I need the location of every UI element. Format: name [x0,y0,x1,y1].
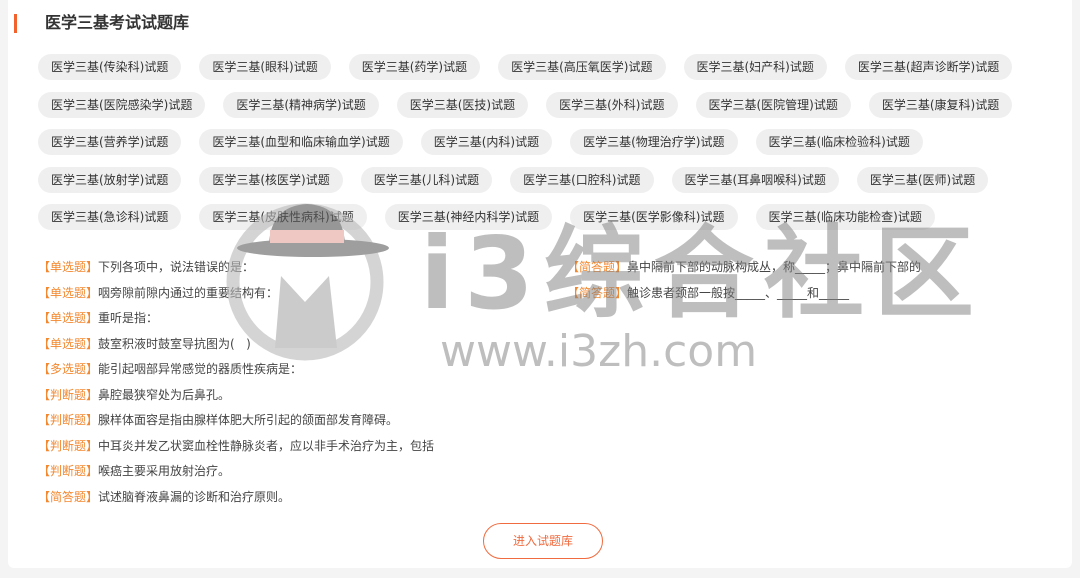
question-type-label: 【判断题】 [38,464,99,479]
question-item[interactable]: 【判断题】鼻腔最狭窄处为后鼻孔。 [38,383,558,409]
exam-tag-link[interactable]: 医学三基(医师)试题 [856,166,989,193]
exam-tag-link[interactable]: 医学三基(临床检验科)试题 [755,129,923,155]
title-accent-bar [14,14,17,33]
exam-tag-link[interactable]: 医学三基(内科)试题 [420,129,553,155]
exam-tag-link[interactable]: 医学三基(药学)试题 [348,54,481,80]
exam-tag-link[interactable]: 医学三基(营养学)试题 [38,129,182,155]
question-type-label: 【单选题】 [38,285,99,300]
exam-tag-link[interactable]: 医学三基(医学影像科)试题 [570,204,738,230]
tag-row: 医学三基(放射学)试题 医学三基(核医学)试题 医学三基(儿科)试题 医学三基(口腔科… [38,166,1012,193]
tag-row: 医学三基(急诊科)试题 医学三基(皮肤性病科)试题 医学三基(神经内科学)试题 医学三… [38,204,1012,230]
exam-bank-card: 医学三基考试试题库 医学三基(传染科)试题 医学三基(眼科)试题 医学三基(药学)试… [8,0,1072,568]
question-text: 中耳炎并发乙状窦血栓性静脉炎者，应以非手术治疗为主，包括 [98,438,435,453]
exam-tag-link[interactable]: 医学三基(放射学)试题 [38,166,182,193]
question-item[interactable]: 【简答题】鼻中隔前下部的动脉构成丛，称_____；鼻中隔前下部的 [567,255,1057,281]
question-text: 喉癌主要采用放射治疗。 [98,464,231,479]
question-text: 下列各项中，说法错误的是： [98,260,255,274]
question-type-label: 【单选题】 [38,311,99,326]
question-item[interactable]: 【单选题】重听是指： [38,306,558,332]
exam-tag-link[interactable]: 医学三基(高压氧医学)试题 [498,54,666,80]
question-item[interactable]: 【判断题】中耳炎并发乙状窦血栓性静脉炎者，应以非手术治疗为主，包括 [38,434,558,460]
exam-tag-link[interactable]: 医学三基(妇产科)试题 [683,54,827,80]
exam-tag-link[interactable]: 医学三基(眼科)试题 [199,54,331,80]
question-item[interactable]: 【单选题】下列各项中，说法错误的是： [38,255,558,281]
exam-tag-link[interactable]: 医学三基(神经内科学)试题 [384,204,553,230]
question-type-label: 【简答题】 [567,260,628,274]
question-type-label: 【单选题】 [38,260,99,274]
tag-row: 医学三基(医院感染学)试题 医学三基(精神病学)试题 医学三基(医技)试题 医学三基(… [38,91,1013,118]
exam-tag-link[interactable]: 医学三基(医技)试题 [396,91,529,118]
exam-tag-link[interactable]: 医学三基(口腔科)试题 [510,166,654,193]
question-item[interactable]: 【简答题】触诊患者颈部一般按_____、_____和_____ [567,281,1057,307]
question-type-label: 【简答题】 [567,285,628,300]
enter-question-bank-button[interactable]: 进入试题库 [483,523,603,559]
question-type-label: 【判断题】 [38,387,99,402]
exam-tag-link[interactable]: 医学三基(急诊科)试题 [38,204,182,230]
section-title: 医学三基考试试题库 [45,13,190,32]
tag-row: 医学三基(传染科)试题 医学三基(眼科)试题 医学三基(药学)试题 医学三基(高压氧医… [38,54,1013,80]
question-text: 鼓室积液时鼓室导抗图为( ) [98,336,251,351]
question-text: 能引起咽部异常感觉的器质性疾病是： [98,362,303,377]
question-item[interactable]: 【多选题】能引起咽部异常感觉的器质性疾病是： [38,357,558,383]
question-type-label: 【单选题】 [38,336,99,351]
exam-tag-link[interactable]: 医学三基(传染科)试题 [38,54,182,80]
question-text: 触诊患者颈部一般按_____、_____和_____ [627,285,850,300]
question-text: 鼻中隔前下部的动脉构成丛，称_____；鼻中隔前下部的 [627,260,922,274]
question-type-label: 【简答题】 [38,489,99,504]
question-item[interactable]: 【简答题】试述脑脊液鼻漏的诊断和治疗原则。 [38,485,558,511]
exam-tag-link[interactable]: 医学三基(精神病学)试题 [223,91,379,118]
question-text: 鼻腔最狭窄处为后鼻孔。 [98,387,231,402]
exam-tag-link[interactable]: 医学三基(物理治疗学)试题 [570,129,738,155]
exam-tag-link[interactable]: 医学三基(医院感染学)试题 [38,91,206,118]
question-text: 咽旁隙前隙内通过的重要结构有： [98,285,279,300]
exam-tag-link[interactable]: 医学三基(血型和临床输血学)试题 [199,129,403,155]
question-item[interactable]: 【单选题】咽旁隙前隙内通过的重要结构有： [38,281,558,307]
question-item[interactable]: 【判断题】喉癌主要采用放射治疗。 [38,459,558,485]
exam-tag-link[interactable]: 医学三基(皮肤性病科)试题 [199,204,367,230]
question-type-label: 【判断题】 [38,438,99,453]
question-text: 重听是指： [98,311,159,326]
exam-tag-link[interactable]: 医学三基(核医学)试题 [199,166,343,193]
question-type-label: 【判断题】 [38,413,99,428]
exam-tag-link[interactable]: 医学三基(儿科)试题 [360,166,493,193]
question-item[interactable]: 【判断题】腺样体面容是指由腺样体肥大所引起的颌面部发育障碍。 [38,408,558,434]
exam-tag-link[interactable]: 医学三基(外科)试题 [546,91,678,118]
question-column-left: 【单选题】下列各项中，说法错误的是： 【单选题】咽旁隙前隙内通过的重要结构有： 【单… [38,255,558,510]
tag-row: 医学三基(营养学)试题 医学三基(血型和临床输血学)试题 医学三基(内科)试题 医学三… [38,129,1012,155]
exam-tag-link[interactable]: 医学三基(临床功能检查)试题 [755,204,935,230]
question-item[interactable]: 【单选题】鼓室积液时鼓室导抗图为( ) [38,332,558,358]
exam-tag-link[interactable]: 医学三基(超声诊断学)试题 [844,54,1013,80]
question-type-label: 【多选题】 [38,362,99,377]
exam-tag-link[interactable]: 医学三基(康复科)试题 [868,91,1013,118]
question-column-right: 【简答题】鼻中隔前下部的动脉构成丛，称_____；鼻中隔前下部的 【简答题】触诊患… [567,255,1057,306]
tag-list: 医学三基(传染科)试题 医学三基(眼科)试题 医学三基(药学)试题 医学三基(高压氧医… [38,54,1013,242]
question-text: 试述脑脊液鼻漏的诊断和治疗原则。 [98,489,291,504]
question-text: 腺样体面容是指由腺样体肥大所引起的颌面部发育障碍。 [98,413,399,428]
exam-tag-link[interactable]: 医学三基(耳鼻咽喉科)试题 [671,166,839,193]
exam-tag-link[interactable]: 医学三基(医院管理)试题 [695,91,851,118]
